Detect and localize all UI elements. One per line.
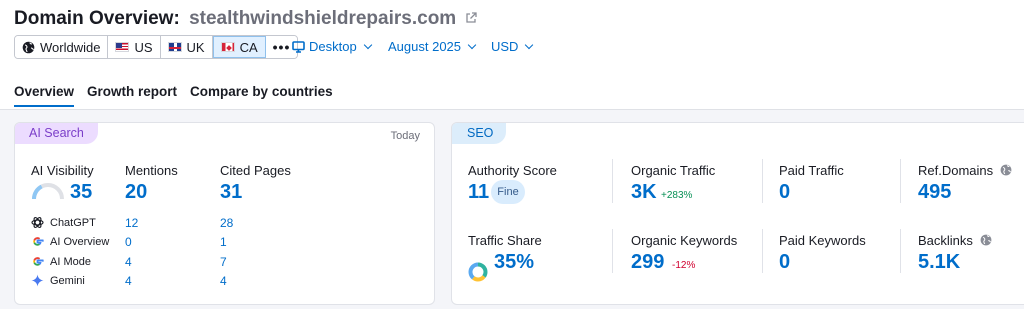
organic-traffic-value[interactable]: 3K xyxy=(631,181,657,204)
title-prefix: Domain Overview: xyxy=(14,8,180,30)
us-flag-icon xyxy=(115,42,130,52)
ai-search-pill: AI Search xyxy=(15,123,98,144)
date-label: August 2025 xyxy=(388,39,462,54)
engine-name: AI Overview xyxy=(50,235,110,248)
organic-traffic-label: Organic Traffic xyxy=(631,163,716,178)
engine-cited-ai-mode[interactable]: 7 xyxy=(220,255,227,269)
engine-mentions-ai-overview[interactable]: 0 xyxy=(125,235,132,249)
traffic-share-value[interactable]: 35% xyxy=(494,251,534,274)
ref-domains-text: Ref.Domains xyxy=(918,163,994,178)
ref-domains-label: Ref.Domains xyxy=(918,163,1012,179)
db-uk-button[interactable]: UK xyxy=(160,36,213,58)
engine-row-ai-overview: AI Overview xyxy=(31,235,109,248)
page-header: Domain Overview: stealthwindshieldrepair… xyxy=(0,0,1024,110)
currency-dropdown[interactable]: USD xyxy=(491,39,534,54)
domain-link[interactable]: stealthwindshieldrepairs.com xyxy=(189,8,456,29)
paid-traffic-label: Paid Traffic xyxy=(779,163,844,178)
date-dropdown[interactable]: August 2025 xyxy=(388,39,477,54)
divider xyxy=(762,159,763,203)
traffic-share-label: Traffic Share xyxy=(468,233,542,248)
database-selector: Worldwide US UK CA ••• xyxy=(14,35,299,59)
organic-traffic-delta: +283% xyxy=(661,190,693,201)
device-label: Desktop xyxy=(309,39,357,54)
db-us-button[interactable]: US xyxy=(108,36,161,58)
globe-icon xyxy=(1000,164,1012,179)
paid-traffic-value[interactable]: 0 xyxy=(779,181,790,204)
seo-card: SEO Authority Score 11 Fine Organic Traf… xyxy=(451,122,1024,305)
db-uk-label: UK xyxy=(186,39,205,55)
authority-status-badge: Fine xyxy=(491,180,525,204)
cited-pages-label: Cited Pages xyxy=(220,163,291,178)
ai-visibility-label: AI Visibility xyxy=(31,163,94,178)
engine-name: Gemini xyxy=(50,274,85,287)
divider xyxy=(900,159,901,203)
globe-icon xyxy=(22,41,35,54)
device-dropdown[interactable]: Desktop xyxy=(292,39,372,54)
engine-cited-ai-overview[interactable]: 1 xyxy=(220,235,227,249)
cited-pages-value[interactable]: 31 xyxy=(220,181,242,204)
gemini-icon xyxy=(31,274,44,287)
engine-row-chatgpt: ChatGPT xyxy=(31,216,96,229)
seo-pill: SEO xyxy=(452,123,506,144)
engine-row-ai-mode: AI Mode xyxy=(31,255,91,268)
divider xyxy=(900,229,901,273)
engine-row-gemini: Gemini xyxy=(31,274,85,287)
report-tabs: Overview Growth report Compare by countr… xyxy=(14,84,333,107)
authority-score-value[interactable]: 11 xyxy=(468,181,489,204)
tab-compare-by-countries[interactable]: Compare by countries xyxy=(190,84,333,107)
mentions-value[interactable]: 20 xyxy=(125,181,147,204)
db-worldwide-button[interactable]: Worldwide xyxy=(15,36,109,58)
divider xyxy=(762,229,763,273)
engine-name: AI Mode xyxy=(50,255,91,268)
engine-cited-gemini[interactable]: 4 xyxy=(220,274,227,288)
desktop-icon xyxy=(292,40,305,53)
more-icon: ••• xyxy=(272,39,291,55)
ai-visibility-value[interactable]: 35 xyxy=(70,181,92,204)
engine-mentions-gemini[interactable]: 4 xyxy=(125,274,132,288)
engine-name: ChatGPT xyxy=(50,216,96,229)
organic-keywords-delta: -12% xyxy=(672,260,696,271)
engine-mentions-chatgpt[interactable]: 12 xyxy=(125,216,138,230)
chevron-down-icon xyxy=(363,40,372,50)
ca-flag-icon xyxy=(220,42,235,52)
external-link-icon[interactable] xyxy=(465,8,478,30)
db-us-label: US xyxy=(134,39,153,55)
authority-score-label: Authority Score xyxy=(468,163,557,178)
uk-flag-icon xyxy=(167,42,182,52)
backlinks-value[interactable]: 5.1K xyxy=(918,251,960,274)
chevron-down-icon xyxy=(467,40,477,50)
engine-mentions-ai-mode[interactable]: 4 xyxy=(125,255,132,269)
chevron-down-icon xyxy=(525,40,534,50)
db-ca-label: CA xyxy=(239,39,258,55)
engine-cited-chatgpt[interactable]: 28 xyxy=(220,216,233,230)
db-worldwide-label: Worldwide xyxy=(40,39,101,55)
overview-content: AI Search Today AI Visibility 35 Mention… xyxy=(0,110,1024,309)
google-icon xyxy=(31,255,44,268)
organic-keywords-value[interactable]: 299 xyxy=(631,251,664,274)
google-icon xyxy=(31,235,44,248)
chatgpt-icon xyxy=(31,216,44,229)
paid-keywords-value[interactable]: 0 xyxy=(779,251,790,274)
ai-date-label: Today xyxy=(390,130,420,142)
ref-domains-value[interactable]: 495 xyxy=(918,181,951,204)
tab-growth-report[interactable]: Growth report xyxy=(87,84,177,107)
divider xyxy=(612,229,613,273)
mentions-label: Mentions xyxy=(125,163,178,178)
currency-label: USD xyxy=(491,39,519,54)
paid-keywords-label: Paid Keywords xyxy=(779,233,866,248)
backlinks-text: Backlinks xyxy=(918,233,973,248)
ai-visibility-gauge xyxy=(32,183,64,200)
divider xyxy=(612,159,613,203)
globe-icon xyxy=(980,234,992,249)
ai-search-card: AI Search Today AI Visibility 35 Mention… xyxy=(14,122,435,305)
backlinks-label: Backlinks xyxy=(918,233,992,249)
organic-keywords-label: Organic Keywords xyxy=(631,233,738,248)
db-ca-button[interactable]: CA xyxy=(212,36,266,58)
traffic-share-donut-icon xyxy=(468,262,488,282)
page-title: Domain Overview: stealthwindshieldrepair… xyxy=(14,8,478,30)
tab-overview[interactable]: Overview xyxy=(14,84,75,107)
